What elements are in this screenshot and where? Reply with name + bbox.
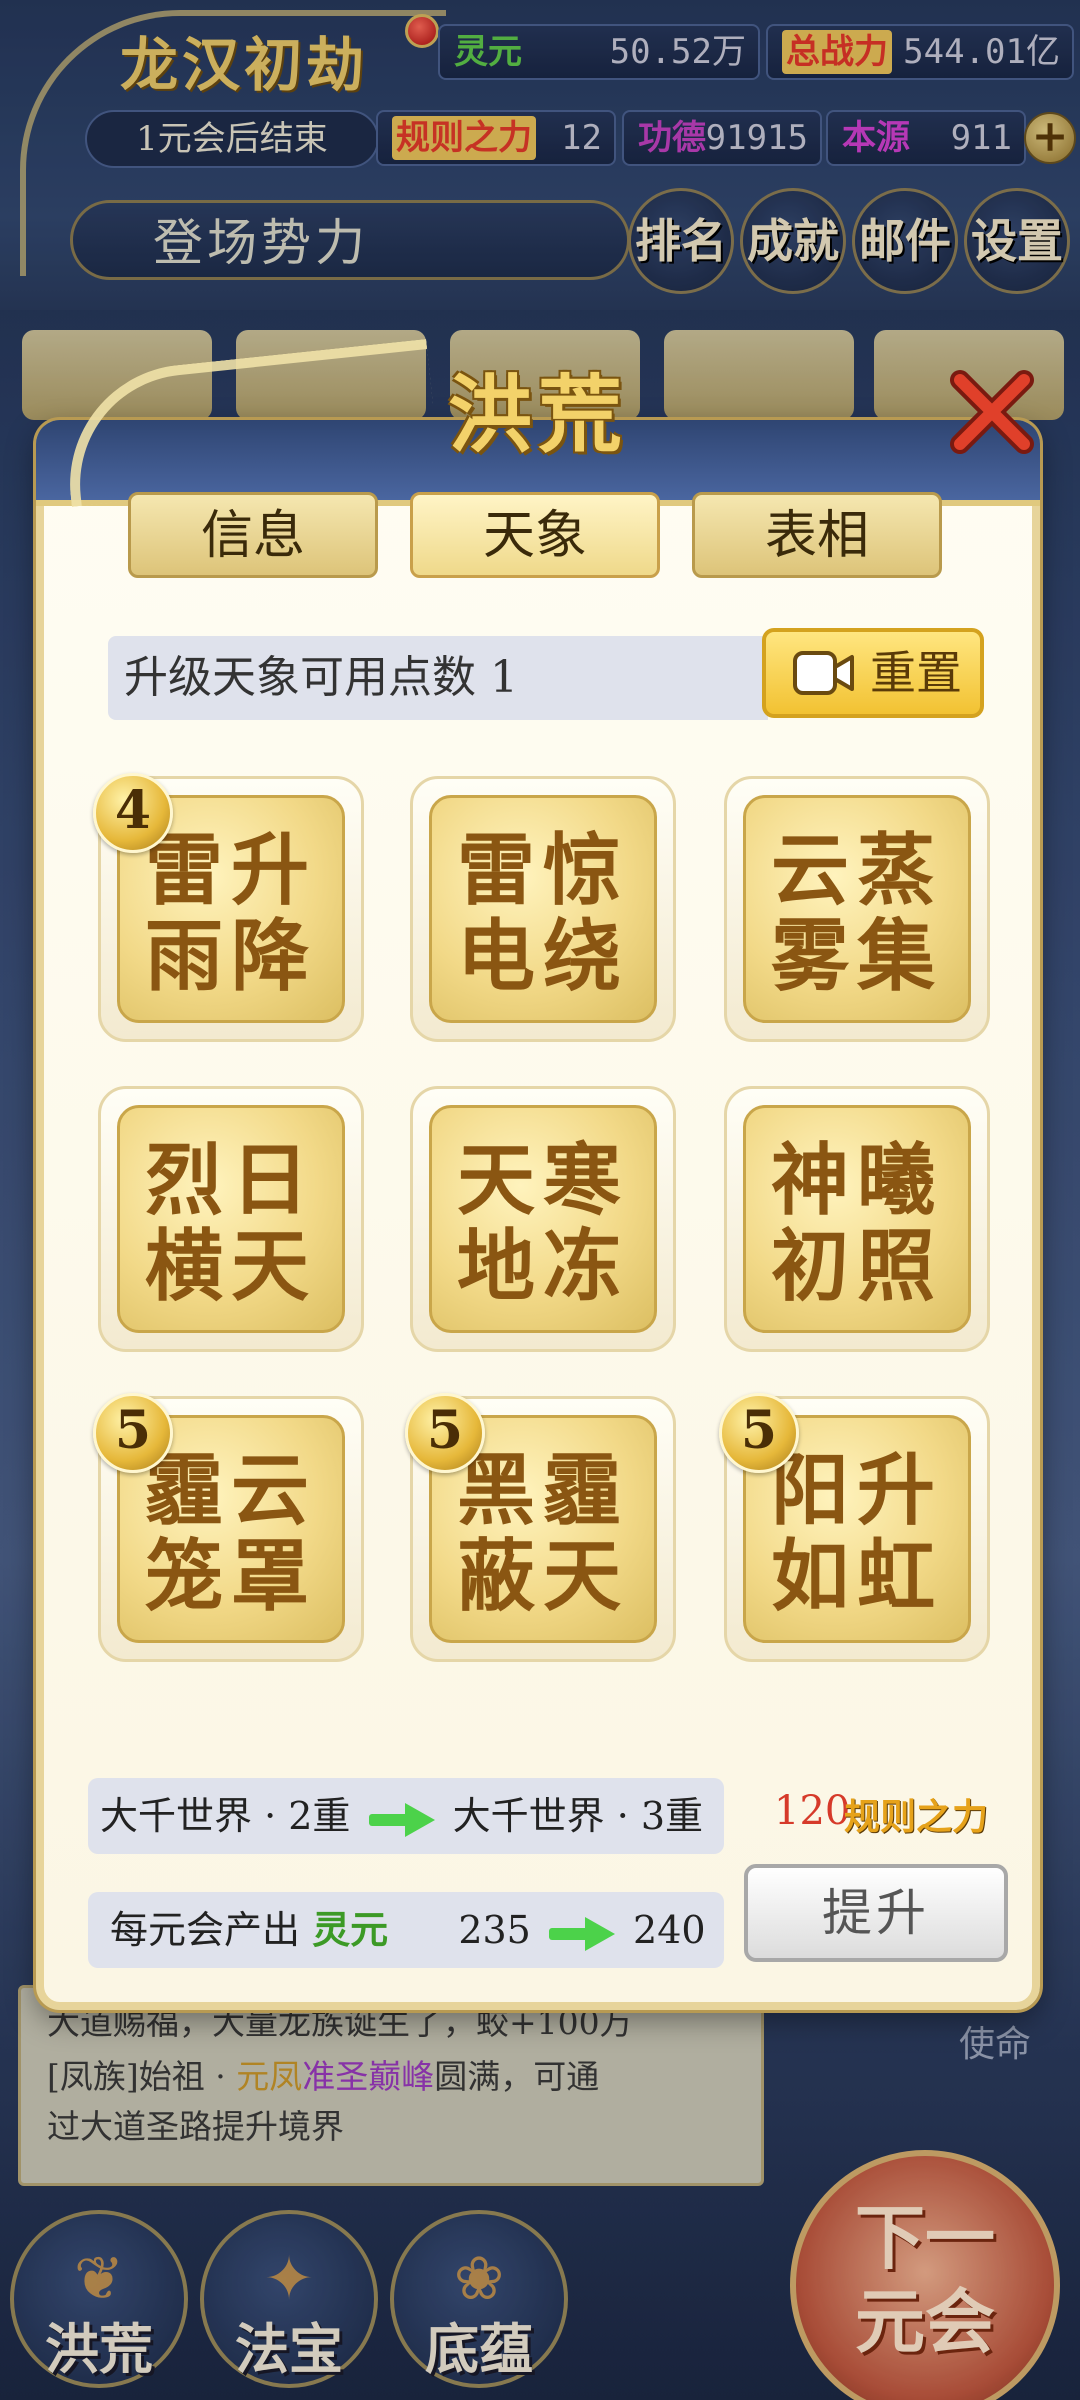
skill-name: 天寒 地冻 — [456, 1135, 629, 1312]
skill-face: 神曦 初照 — [743, 1105, 971, 1333]
reset-button[interactable]: 重置 — [762, 628, 984, 718]
output-prefix: 每元会产出 — [110, 1908, 301, 1952]
skill-name: 雷升 雨降 — [144, 825, 317, 1002]
skill-face: 雷惊 电绕 — [429, 795, 657, 1023]
skill-card[interactable]: 霾云 笼罩 5 — [93, 1393, 364, 1662]
realm-to: 大千世界 · 3重 — [452, 1794, 704, 1838]
upgrade-button[interactable]: 提升 — [744, 1864, 1008, 1962]
skill-level-badge: 5 — [405, 1393, 485, 1473]
skill-face: 烈日 横天 — [117, 1105, 345, 1333]
skill-level-badge: 4 — [93, 773, 173, 853]
skill-face: 天寒 地冻 — [429, 1105, 657, 1333]
skill-card[interactable]: 云蒸 雾集 — [724, 776, 990, 1042]
skill-name: 雷惊 电绕 — [456, 825, 629, 1002]
arrow-right-icon — [368, 1802, 435, 1837]
skill-name: 阳升 如虹 — [770, 1445, 943, 1622]
arrow-right-icon — [548, 1916, 615, 1951]
upgrade-cost-value: 120 — [774, 1788, 851, 1834]
skill-card[interactable]: 雷升 雨降 4 — [93, 773, 364, 1042]
tab-celestial[interactable]: 天象 — [410, 492, 660, 578]
skill-level-badge: 5 — [93, 1393, 173, 1473]
skill-name: 云蒸 雾集 — [770, 825, 943, 1002]
upgrade-cost-label: 规则之力 — [844, 1796, 989, 1838]
realm-from: 大千世界 · 2重 — [100, 1794, 351, 1838]
output-from: 235 — [458, 1908, 531, 1952]
tab-info[interactable]: 信息 — [128, 492, 378, 578]
skill-name: 神曦 初照 — [770, 1135, 943, 1312]
skill-name: 霾云 笼罩 — [144, 1445, 317, 1622]
output-resource: 灵元 — [312, 1907, 389, 1952]
modal-title: 洪荒 — [447, 365, 628, 464]
output-to: 240 — [633, 1908, 706, 1952]
available-points: 升级天象可用点数 1 — [108, 636, 768, 720]
output-row: 每元会产出 灵元 235 240 — [88, 1892, 724, 1968]
skill-level-badge: 5 — [719, 1393, 799, 1473]
skill-card[interactable]: 天寒 地冻 — [410, 1086, 676, 1352]
skill-card[interactable]: 阳升 如虹 5 — [719, 1393, 990, 1662]
tab-appearance[interactable]: 表相 — [692, 492, 942, 578]
video-ad-icon — [793, 651, 854, 695]
skill-card[interactable]: 黑霾 蔽天 5 — [405, 1393, 676, 1662]
skill-card[interactable]: 雷惊 电绕 — [410, 776, 676, 1042]
skill-name: 黑霾 蔽天 — [456, 1445, 629, 1622]
close-icon[interactable] — [942, 358, 1042, 458]
skill-name: 烈日 横天 — [144, 1135, 317, 1312]
honghuang-modal: 洪荒 信息 天象 表相 升级天象可用点数 1 重置 雷升 雨降 4 雷惊 电绕 云蒸… — [36, 339, 1040, 2010]
skill-face: 云蒸 雾集 — [743, 795, 971, 1023]
skill-card[interactable]: 神曦 初照 — [724, 1086, 990, 1352]
reset-label: 重置 — [870, 646, 962, 700]
skill-card[interactable]: 烈日 横天 — [98, 1086, 364, 1352]
realm-upgrade-row: 大千世界 · 2重 大千世界 · 3重 — [88, 1778, 724, 1854]
